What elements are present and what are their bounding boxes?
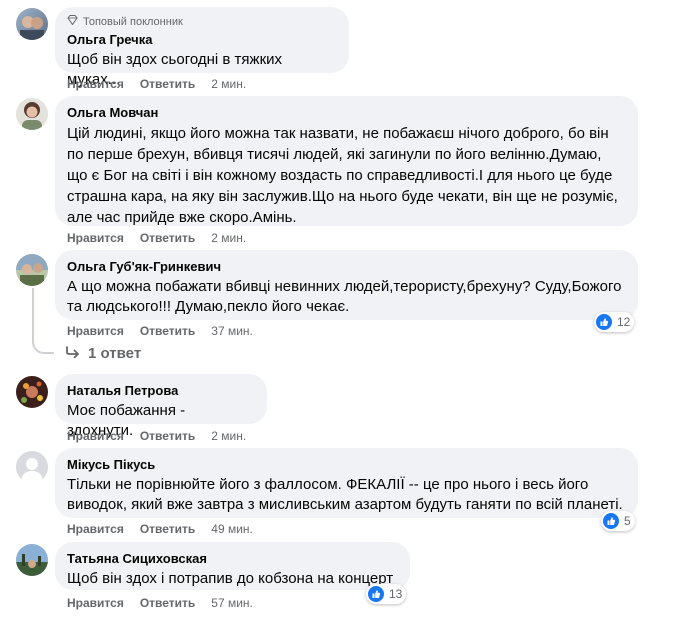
reaction-number: 13: [389, 587, 403, 601]
comment-bubble: Татьяна Сициховская Щоб він здох і потра…: [55, 542, 410, 590]
like-button[interactable]: Нравится: [67, 596, 124, 610]
avatar[interactable]: [16, 376, 48, 408]
author-name[interactable]: Ольга Губ'як-Гринкевич: [67, 258, 626, 275]
like-reaction-icon: [603, 513, 619, 529]
avatar[interactable]: [16, 451, 48, 483]
comment-bubble: Наталья Петрова Моє побажання - здохнути…: [55, 374, 267, 439]
comment-text: Тільки не порівнюйте його з фаллосом. ФЕ…: [67, 476, 623, 513]
comment-bubble: Мікусь Пікусь Тільки не порівнюйте його …: [55, 448, 638, 518]
author-name[interactable]: Ольга Мовчан: [67, 104, 626, 121]
thread-connector: [32, 336, 54, 354]
comment-actions: Нравится Ответить 49 мин.: [67, 522, 253, 536]
reply-button[interactable]: Ответить: [140, 429, 195, 443]
avatar[interactable]: [16, 8, 48, 40]
reaction-number: 5: [624, 514, 631, 528]
comment-bubble: Ольга Мовчан Цій людині, якщо його можна…: [55, 96, 638, 226]
avatar[interactable]: [16, 254, 48, 286]
replies-count: 1 ответ: [88, 345, 142, 362]
comment-text: Щоб він здох і потрапив до кобзона на ко…: [67, 570, 394, 587]
comment-actions: Нравится Ответить 57 мин.: [67, 596, 253, 610]
view-replies-link[interactable]: 1 ответ: [66, 345, 141, 362]
reply-button[interactable]: Ответить: [140, 231, 195, 245]
like-button[interactable]: Нравится: [67, 77, 124, 91]
comment-bubble: Ольга Губ'як-Гринкевич А що можна побажа…: [55, 250, 638, 320]
comment-bubble: Топовый поклонник Ольга Гречка Щоб він з…: [55, 7, 349, 88]
timestamp[interactable]: 57 мин.: [211, 596, 253, 610]
author-name[interactable]: Мікусь Пікусь: [67, 456, 626, 473]
comment-actions: Нравится Ответить 2 мин.: [67, 231, 246, 245]
reply-arrow-icon: [66, 345, 80, 362]
diamond-icon: [67, 15, 78, 28]
like-button[interactable]: Нравится: [67, 231, 124, 245]
comment-actions: Нравится Ответить 2 мин.: [67, 429, 246, 443]
comment-text: Цій людині, якщо його можна так назвати,…: [67, 125, 618, 226]
author-name[interactable]: Ольга Гречка: [67, 31, 337, 48]
reaction-number: 12: [617, 315, 631, 329]
like-reaction-icon: [596, 314, 612, 330]
timestamp[interactable]: 2 мин.: [211, 429, 246, 443]
timestamp[interactable]: 2 мин.: [211, 77, 246, 91]
comment-actions: Нравится Ответить 2 мин.: [67, 77, 246, 91]
comment-text: А що можна побажати вбивці невинних люде…: [67, 278, 622, 315]
reply-button[interactable]: Ответить: [140, 522, 195, 536]
reply-button[interactable]: Ответить: [140, 324, 195, 338]
avatar[interactable]: [16, 98, 48, 130]
reply-button[interactable]: Ответить: [140, 77, 195, 91]
avatar[interactable]: [16, 544, 48, 576]
top-fan-badge: Топовый поклонник: [67, 15, 337, 28]
author-name[interactable]: Татьяна Сициховская: [67, 550, 398, 567]
like-button[interactable]: Нравится: [67, 429, 124, 443]
reaction-count[interactable]: 5: [601, 511, 635, 531]
like-button[interactable]: Нравится: [67, 522, 124, 536]
like-reaction-icon: [368, 586, 384, 602]
like-button[interactable]: Нравится: [67, 324, 124, 338]
comment-actions: Нравится Ответить 37 мин.: [67, 324, 253, 338]
timestamp[interactable]: 37 мин.: [211, 324, 253, 338]
badge-label: Топовый поклонник: [83, 15, 183, 28]
reply-button[interactable]: Ответить: [140, 596, 195, 610]
timestamp[interactable]: 49 мин.: [211, 522, 253, 536]
author-name[interactable]: Наталья Петрова: [67, 382, 255, 399]
reaction-count[interactable]: 12: [594, 312, 635, 332]
thread-line: [32, 288, 34, 338]
reaction-count[interactable]: 13: [366, 584, 407, 604]
timestamp[interactable]: 2 мин.: [211, 231, 246, 245]
